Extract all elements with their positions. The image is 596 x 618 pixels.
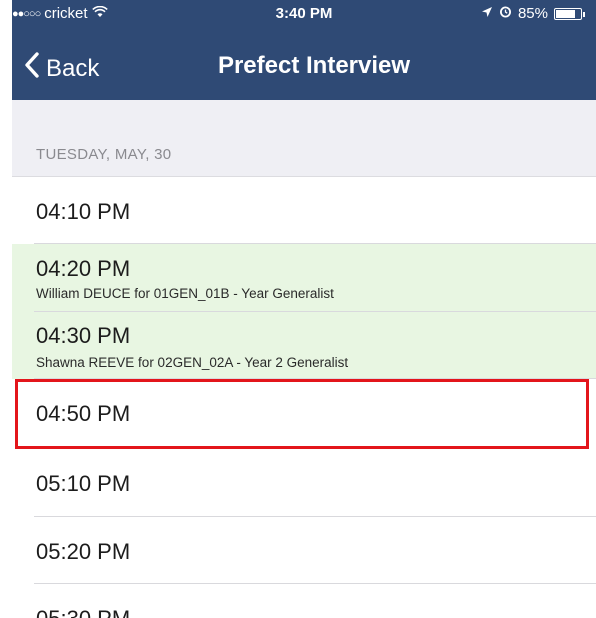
page-title: Prefect Interview [217, 52, 411, 79]
battery-percent: 85% [517, 5, 548, 22]
slot-time: 04:20 PM [36, 256, 131, 281]
slot-time: 05:30 PM [36, 606, 130, 618]
slot-row[interactable]: 05:20 PM [12, 517, 596, 584]
battery-icon [554, 7, 585, 20]
slot-time: 04:30 PM [36, 323, 131, 348]
status-right: 85% [481, 5, 585, 22]
phone-screen: ●●○○○ cricket 3:40 PM 85% Back Prefect I… [12, 0, 596, 618]
slot-time: 05:20 PM [36, 539, 131, 564]
slot-time: 05:10 PM [36, 471, 131, 496]
slot-row[interactable]: 04:10 PM [12, 177, 596, 244]
slot-row-selected[interactable]: 04:50 PM [12, 379, 596, 449]
section-header: TUESDAY, MAY, 30 [12, 100, 596, 177]
booked-slot-row[interactable]: 04:20 PM William DEUCE for 01GEN_01B - Y… [12, 244, 596, 312]
status-bar: ●●○○○ cricket 3:40 PM 85% [12, 0, 596, 30]
booked-slot-row[interactable]: 04:30 PM Shawna REEVE for 02GEN_02A - Ye… [12, 312, 596, 379]
slot-time: 04:50 PM [36, 401, 131, 426]
slot-detail: Shawna REEVE for 02GEN_02A - Year 2 Gene… [36, 355, 349, 370]
section-date-label: TUESDAY, MAY, 30 [36, 146, 172, 163]
navigation-bar: Back Prefect Interview [12, 30, 596, 100]
slot-row[interactable]: 05:10 PM [12, 449, 596, 517]
alarm-icon [499, 5, 512, 22]
slot-row[interactable]: 05:30 PM [12, 584, 596, 618]
location-arrow-icon [481, 5, 493, 22]
slot-time: 04:10 PM [36, 199, 131, 224]
slot-detail: William DEUCE for 01GEN_01B - Year Gener… [36, 286, 334, 301]
